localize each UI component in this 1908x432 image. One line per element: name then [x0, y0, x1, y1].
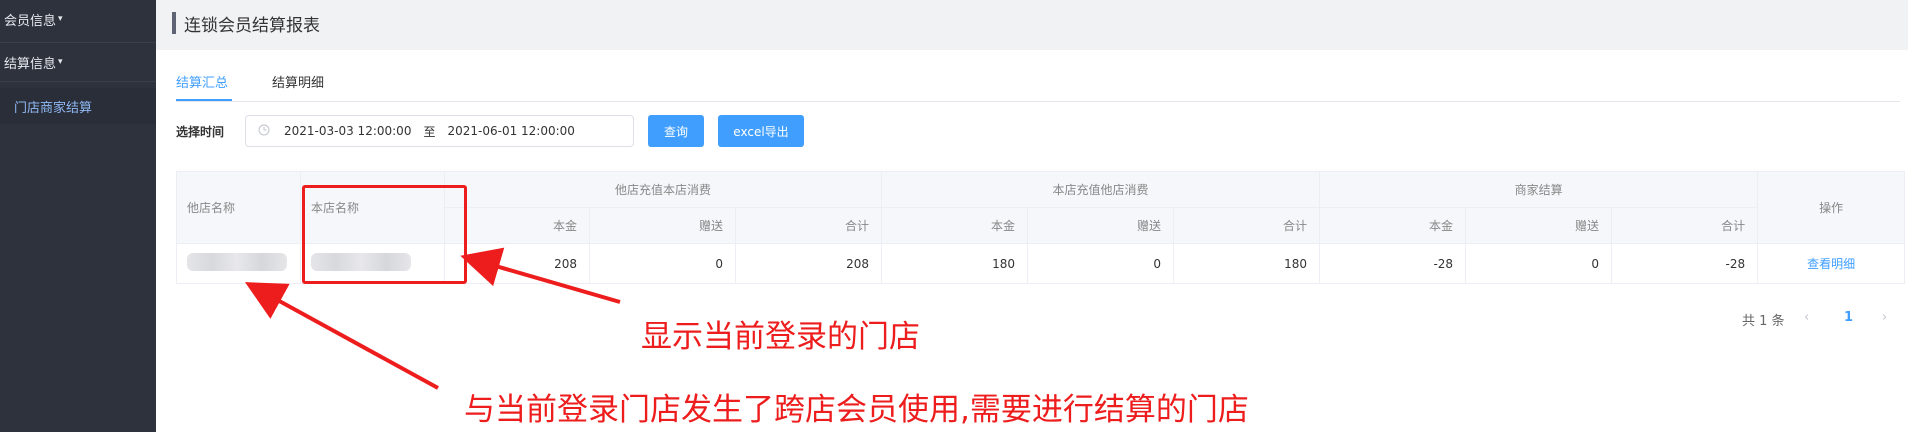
- annotation-highlight-box: [302, 185, 467, 284]
- annotation-label-current-store: 显示当前登录的门店: [641, 319, 920, 355]
- column-header-total: 合计: [734, 207, 883, 244]
- caret-down-icon: ▾: [58, 57, 63, 67]
- tab-bar: 结算汇总 结算明细: [176, 62, 1900, 102]
- other-store-name-redacted: [176, 243, 301, 284]
- start-date-input[interactable]: 2021-03-03 12:00:00: [284, 124, 411, 138]
- clock-icon: [258, 124, 272, 139]
- sidebar-item-store-merchant-settlement[interactable]: 门店商家结算: [0, 88, 156, 124]
- pagination-page-1[interactable]: 1: [1844, 310, 1853, 325]
- column-header-bonus: 赠送: [589, 207, 736, 244]
- tab-settlement-detail[interactable]: 结算明细: [272, 72, 324, 91]
- table-cell: 208: [734, 243, 883, 284]
- sidebar-item-label: 结算信息: [4, 56, 57, 72]
- column-header-bonus: 赠送: [1465, 207, 1613, 244]
- arrow-to-other-store: [244, 282, 439, 390]
- query-button[interactable]: 查询: [648, 115, 704, 147]
- end-date-input[interactable]: 2021-06-01 12:00:00: [447, 124, 574, 138]
- table-cell: 0: [589, 243, 736, 284]
- column-header-action: 操作: [1757, 171, 1906, 244]
- time-filter-label: 选择时间: [176, 125, 225, 139]
- excel-export-button[interactable]: excel导出: [718, 115, 804, 147]
- sidebar-item-label: 会员信息: [4, 13, 57, 29]
- caret-down-icon: ▾: [58, 14, 63, 24]
- sidebar-item-settlement-info[interactable]: 结算信息 ▾: [0, 42, 156, 82]
- pagination-total: 共 1 条: [1742, 314, 1785, 329]
- sidebar-item-label: 门店商家结算: [14, 100, 93, 116]
- pagination-next-icon[interactable]: ›: [1882, 310, 1887, 325]
- table-cell: 0: [1465, 243, 1613, 284]
- table-cell: -28: [1611, 243, 1759, 284]
- page-header: 连锁会员结算报表: [156, 0, 1908, 50]
- column-header-principal: 本金: [1319, 207, 1467, 244]
- table-cell: -28: [1319, 243, 1467, 284]
- table-cell: 180: [881, 243, 1029, 284]
- date-range-picker[interactable]: 2021-03-03 12:00:00 至 2021-06-01 12:00:0…: [245, 115, 634, 147]
- table-cell: 0: [1027, 243, 1175, 284]
- view-detail-link[interactable]: 查看明细: [1757, 243, 1906, 284]
- column-header-other-store: 他店名称: [176, 171, 301, 244]
- column-header-bonus: 赠送: [1027, 207, 1175, 244]
- column-header-total: 合计: [1611, 207, 1759, 244]
- column-group-local-recharge-other-spend: 本店充值他店消费: [881, 171, 1321, 208]
- column-header-total: 合计: [1173, 207, 1321, 244]
- blurred-text: [187, 253, 287, 271]
- sidebar-item-member-info[interactable]: 会员信息 ▾: [0, 0, 156, 38]
- column-header-principal: 本金: [881, 207, 1029, 244]
- range-separator: 至: [423, 124, 436, 139]
- tab-settlement-summary[interactable]: 结算汇总: [176, 72, 232, 101]
- annotation-label-settlement-stores: 与当前登录门店发生了跨店会员使用,需要进行结算的门店: [464, 392, 1249, 428]
- column-group-other-recharge-local-spend: 他店充值本店消费: [443, 171, 883, 208]
- title-accent-bar: [172, 12, 176, 34]
- table-cell: 180: [1173, 243, 1321, 284]
- column-group-merchant-settlement: 商家结算: [1319, 171, 1759, 208]
- page-title: 连锁会员结算报表: [184, 16, 320, 36]
- pagination-prev-icon[interactable]: ‹: [1804, 310, 1809, 325]
- sidebar: 会员信息 ▾ 结算信息 ▾ 门店商家结算: [0, 0, 156, 432]
